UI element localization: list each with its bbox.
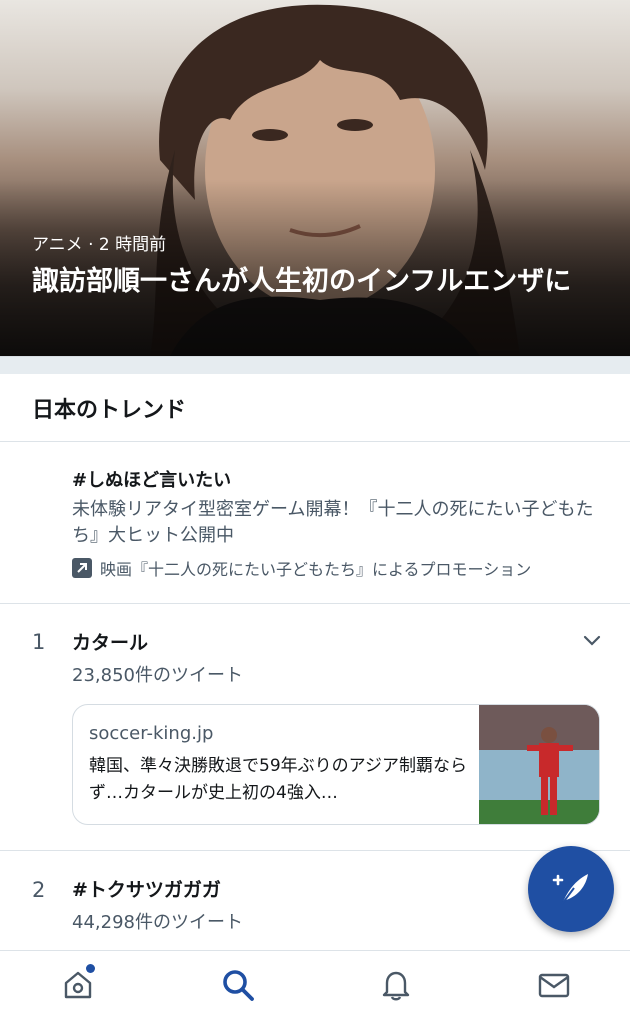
trend-tweet-count: 23,850件のツイート: [72, 665, 243, 686]
chevron-down-icon[interactable]: [580, 628, 604, 652]
trend-name[interactable]: #トクサツガガガ: [72, 875, 221, 902]
notifications-icon[interactable]: [376, 965, 416, 1005]
news-card[interactable]: soccer-king.jp 韓国、準々決勝敗退で59年ぶりのアジア制覇ならず……: [72, 704, 600, 825]
promoted-hashtag[interactable]: #しぬほど言いたい: [72, 466, 231, 492]
trend-rank: 2: [32, 878, 46, 902]
promotion-text: 映画『十二人の死にたい子どもたち』によるプロモーション: [100, 560, 532, 579]
card-thumbnail: [479, 705, 599, 824]
search-icon[interactable]: [218, 965, 258, 1005]
hero-title[interactable]: 諏訪部順一さんが人生初のインフルエンザに: [32, 262, 612, 302]
promoted-arrow-icon: [72, 558, 92, 578]
hero-card[interactable]: アニメ · 2 時間前 諏訪部順一さんが人生初のインフルエンザに: [0, 0, 630, 356]
card-source: soccer-king.jp: [89, 723, 214, 744]
trend-rank: 1: [32, 630, 46, 654]
trend-tweet-count: 44,298件のツイート: [72, 912, 243, 933]
hero-meta: アニメ · 2 時間前: [32, 235, 167, 255]
compose-tweet-button[interactable]: [528, 846, 614, 932]
divider: [0, 850, 630, 851]
notification-dot: [86, 964, 95, 973]
section-title: 日本のトレンド: [32, 398, 187, 423]
divider: [0, 441, 630, 442]
compose-feather-icon: [552, 874, 588, 905]
messages-icon[interactable]: [534, 965, 574, 1005]
section-separator: [0, 356, 630, 374]
divider: [0, 603, 630, 604]
promoted-description: 未体験リアタイ型密室ゲーム開幕！『十二人の死にたい子どもたち』大ヒット公開中: [72, 499, 594, 546]
bottom-navigation: [0, 950, 630, 1024]
trend-name[interactable]: カタール: [72, 628, 148, 655]
card-headline: 韓国、準々決勝敗退で59年ぶりのアジア制覇ならず…カタールが史上初の4強入…: [89, 756, 467, 803]
promotion-label: 映画『十二人の死にたい子どもたち』によるプロモーション: [72, 556, 531, 580]
